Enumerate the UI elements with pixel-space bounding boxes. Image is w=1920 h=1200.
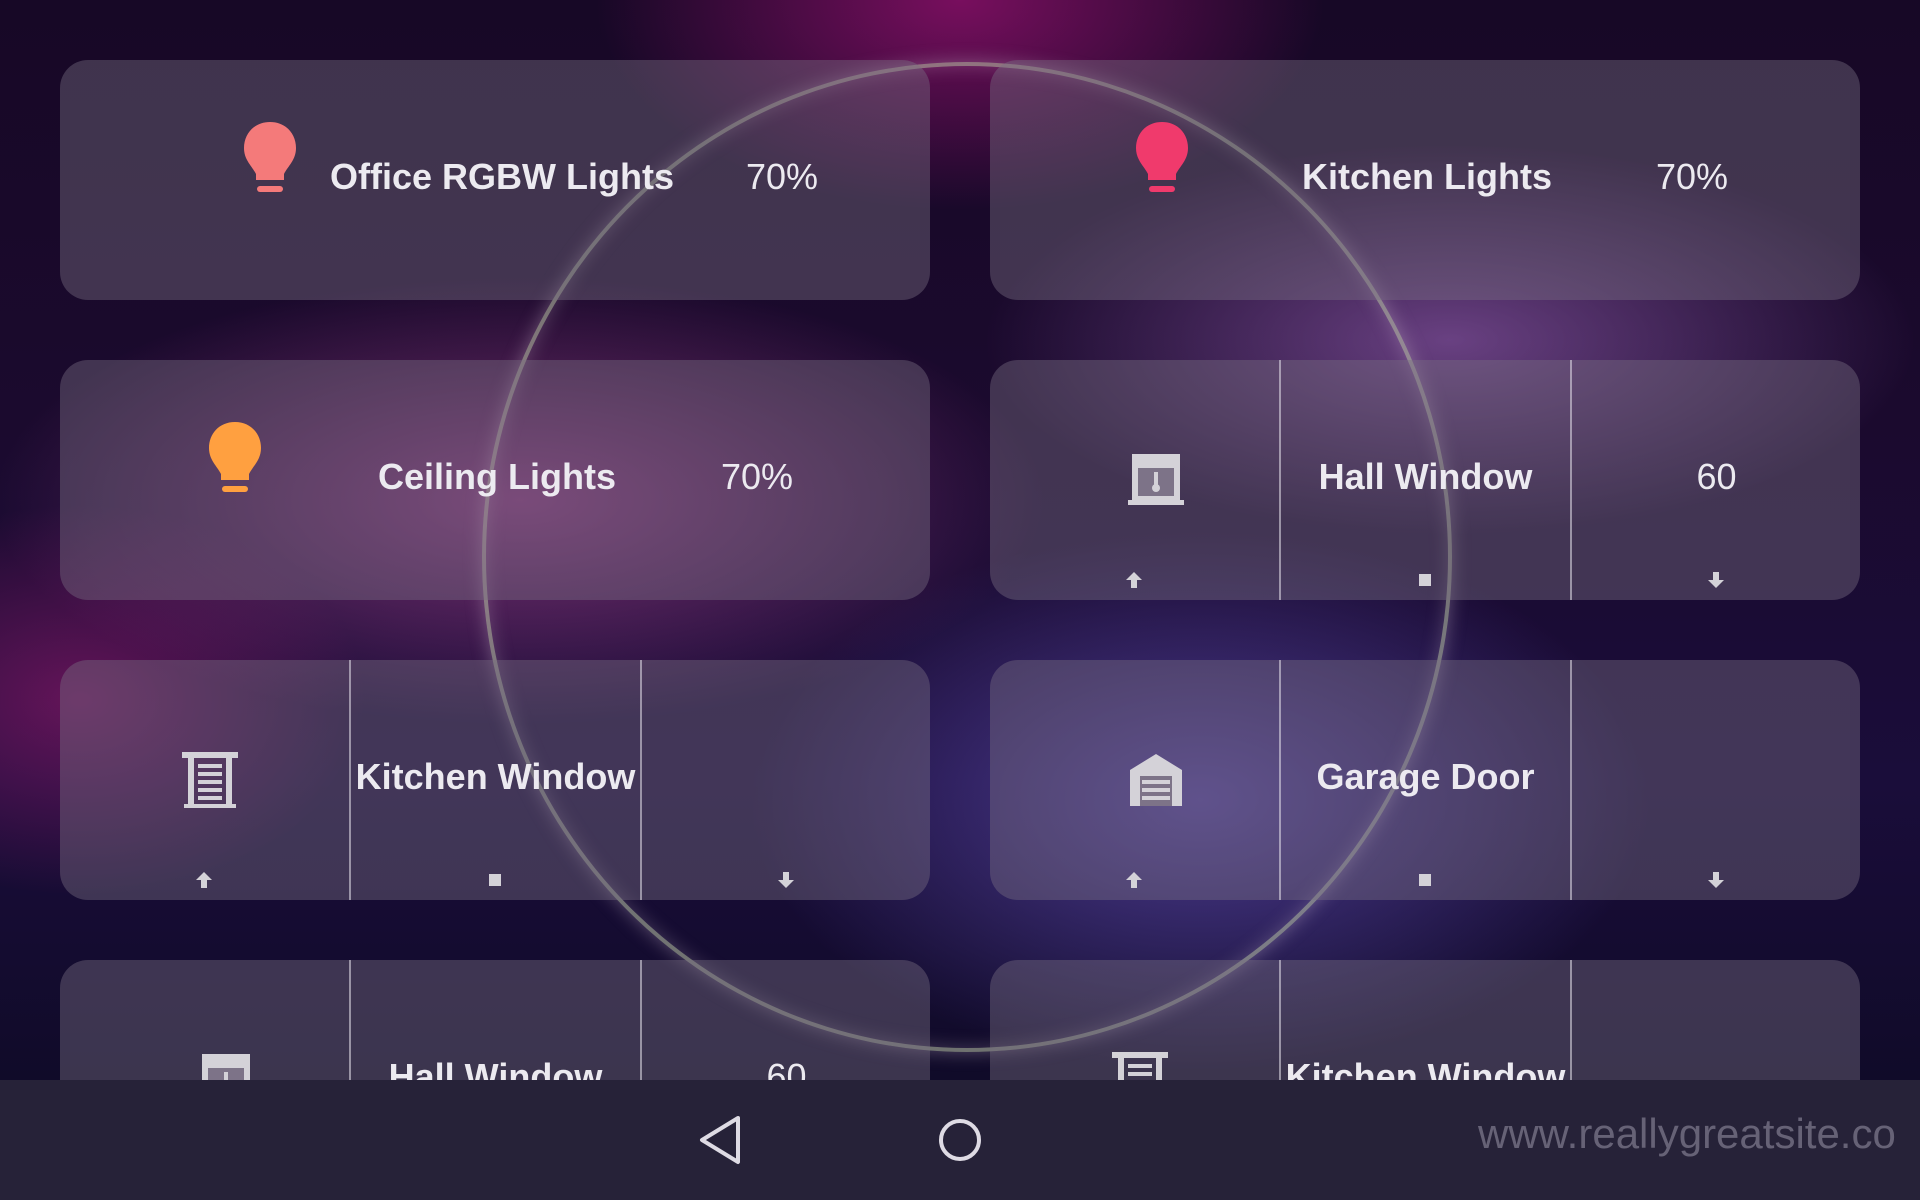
cover-name: Hall Window	[1318, 456, 1533, 497]
arrow-up-icon	[196, 872, 212, 888]
home-button[interactable]	[900, 1080, 1020, 1200]
light-brightness: 70%	[746, 156, 819, 197]
garage-icon	[1130, 754, 1182, 806]
stop-cover-button[interactable]: Kitchen Window	[351, 660, 640, 900]
light-brightness: 70%	[1656, 156, 1729, 197]
open-cover-button[interactable]	[60, 660, 349, 900]
arrow-down-icon	[1708, 572, 1724, 588]
stop-cover-button[interactable]: Garage Door	[1281, 660, 1570, 900]
arrow-down-icon	[778, 872, 794, 888]
stop-cover-button[interactable]: Hall Window	[1281, 360, 1570, 600]
lightbulb-icon	[244, 122, 296, 192]
navigation-bar: www.reallygreatsite.co	[0, 1080, 1920, 1200]
lightbulb-icon	[1136, 122, 1188, 192]
back-triangle-icon	[700, 1116, 740, 1164]
arrow-up-icon	[1126, 572, 1142, 588]
light-brightness: 70%	[721, 456, 794, 497]
kitchen-lights-card[interactable]: Kitchen Lights 70%	[990, 60, 1860, 300]
window-shade-icon	[1128, 454, 1184, 505]
open-cover-button[interactable]	[990, 660, 1279, 900]
stop-icon	[489, 874, 501, 886]
cover-name: Garage Door	[1316, 756, 1535, 797]
garage-door-card: Garage Door	[990, 660, 1860, 900]
office-rgbw-lights-card[interactable]: Office RGBW Lights 70%	[60, 60, 930, 300]
watermark-text: www.reallygreatsite.co	[1478, 1110, 1896, 1157]
back-button[interactable]	[660, 1080, 780, 1200]
open-cover-button[interactable]	[990, 360, 1279, 600]
stop-icon	[1419, 874, 1431, 886]
blinds-icon	[182, 752, 238, 808]
close-cover-button[interactable]	[1572, 660, 1860, 900]
cover-position: 60	[1696, 456, 1737, 497]
close-cover-button[interactable]: 60	[1572, 360, 1860, 600]
arrow-down-icon	[1708, 872, 1724, 888]
cover-name: Kitchen Window	[355, 756, 636, 797]
hall-window-card: Hall Window 60	[990, 360, 1860, 600]
light-name: Kitchen Lights	[1302, 156, 1552, 197]
arrow-up-icon	[1126, 872, 1142, 888]
light-name: Office RGBW Lights	[330, 156, 674, 197]
home-circle-icon	[939, 1119, 981, 1161]
lightbulb-icon	[209, 422, 261, 492]
close-cover-button[interactable]	[642, 660, 930, 900]
stop-icon	[1419, 574, 1431, 586]
light-name: Ceiling Lights	[378, 456, 616, 497]
kitchen-window-card: Kitchen Window	[60, 660, 930, 900]
ceiling-lights-card[interactable]: Ceiling Lights 70%	[60, 360, 930, 600]
